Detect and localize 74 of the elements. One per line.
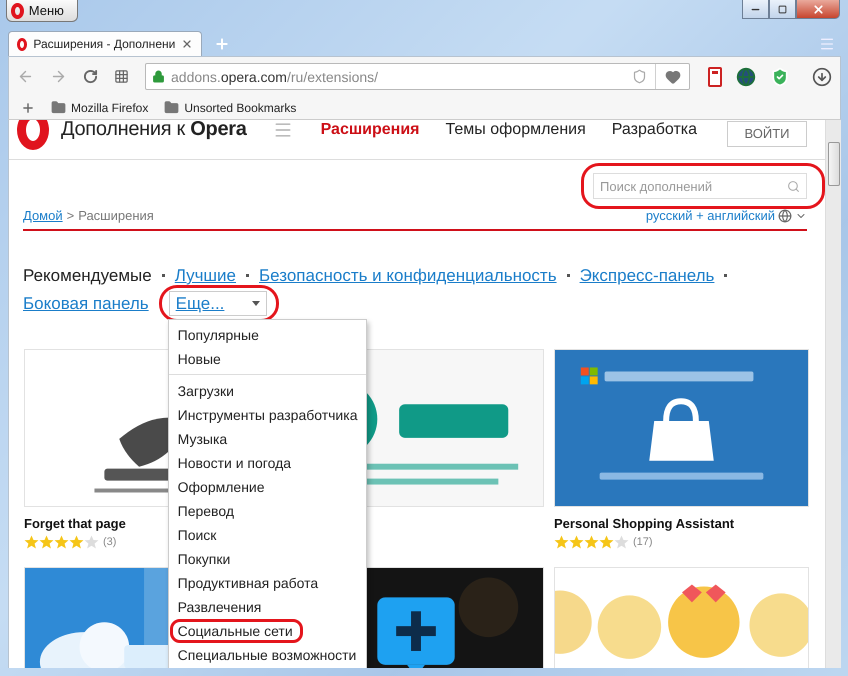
download-icon[interactable]: [812, 66, 832, 86]
back-icon[interactable]: [17, 68, 34, 85]
address-field[interactable]: addons.opera.com/ru/extensions/: [145, 63, 690, 90]
reload-icon[interactable]: [83, 69, 98, 84]
menu-item[interactable]: Специальные возможности: [178, 647, 356, 663]
menu-item[interactable]: Продуктивная работа: [178, 575, 318, 591]
search-field[interactable]: Поиск дополнений: [593, 173, 807, 199]
star-icon: [599, 535, 614, 549]
star-icon: [584, 535, 599, 549]
home-link[interactable]: Домой: [23, 208, 63, 223]
menu-item[interactable]: Музыка: [178, 431, 228, 447]
category-link[interactable]: Экспресс-панель: [580, 264, 714, 287]
nav-link[interactable]: Расширения: [320, 120, 420, 138]
add-bookmark-icon[interactable]: [21, 100, 35, 114]
minimize-button[interactable]: [742, 0, 769, 19]
category-link[interactable]: Боковая панель: [23, 292, 149, 315]
rating-count: (3): [103, 536, 116, 548]
shield-icon[interactable]: [632, 69, 647, 84]
forward-icon[interactable]: [50, 68, 67, 85]
folder-icon: [51, 100, 66, 115]
grid-icon[interactable]: [114, 69, 129, 84]
maximize-button[interactable]: [769, 0, 796, 19]
heart-icon: [664, 68, 680, 84]
star-icon: [554, 535, 569, 549]
menu-item[interactable]: Новые: [178, 351, 221, 367]
globe-icon[interactable]: [736, 66, 756, 86]
nav-link[interactable]: Темы оформления: [446, 120, 586, 138]
notebook-icon[interactable]: [708, 66, 722, 86]
star-icon: [54, 535, 69, 549]
menu-item[interactable]: Поиск: [178, 527, 216, 543]
folder-icon: [164, 100, 180, 115]
breadcrumb-current: Расширения: [78, 208, 154, 223]
globe-icon: [778, 208, 792, 222]
bookmark-folder[interactable]: Mozilla Firefox: [51, 100, 148, 115]
more-dropdown[interactable]: Еще...: [168, 291, 267, 316]
language-selector[interactable]: русский + английский: [646, 208, 807, 223]
scrollbar[interactable]: [825, 120, 841, 668]
lock-icon: [152, 70, 165, 83]
shield-check-icon[interactable]: [770, 66, 790, 86]
bookmark-folder[interactable]: Unsorted Bookmarks: [164, 100, 296, 115]
star-icon: [84, 535, 99, 549]
nav-link[interactable]: Разработка: [612, 120, 698, 138]
star-icon: [569, 535, 584, 549]
menu-button[interactable]: Меню: [6, 0, 78, 22]
search-icon[interactable]: [787, 180, 800, 193]
menu-item[interactable]: Развлечения: [178, 599, 262, 615]
category-link[interactable]: Лучшие: [174, 264, 236, 287]
menu-item[interactable]: Загрузки: [178, 383, 234, 399]
menu-item[interactable]: Новости и погода: [178, 455, 292, 471]
browser-tab[interactable]: Расширения - Дополнени: [8, 31, 202, 56]
menu-item[interactable]: Перевод: [178, 503, 234, 519]
close-button[interactable]: [796, 0, 840, 19]
menu-item[interactable]: Социальные сети: [178, 623, 293, 639]
category-link[interactable]: Безопасность и конфиденциальность: [259, 264, 557, 287]
star-icon: [69, 535, 84, 549]
login-button[interactable]: ВОЙТИ: [727, 120, 807, 146]
menu-item[interactable]: Оформление: [178, 479, 265, 495]
star-icon: [39, 535, 54, 549]
close-icon: [812, 2, 824, 16]
card-title[interactable]: Personal Shopping Assistant: [554, 516, 809, 531]
scrollbar-thumb[interactable]: [828, 142, 840, 186]
opera-logo-icon: [17, 120, 49, 150]
menu-item[interactable]: Покупки: [178, 551, 230, 567]
maximize-icon: [778, 4, 787, 14]
caret-icon: [252, 301, 260, 306]
rating-count: (17): [633, 536, 653, 548]
menu-item[interactable]: Инструменты разработчика: [178, 407, 358, 423]
site-title: Дополнения к Opera: [61, 120, 247, 141]
category-link[interactable]: Рекомендуемые: [23, 264, 152, 287]
menu-item[interactable]: Популярные: [178, 327, 259, 343]
star-icon: [614, 535, 629, 549]
star-icon: [24, 535, 39, 549]
close-tab-icon[interactable]: [181, 38, 194, 50]
breadcrumb-separator: >: [66, 208, 74, 223]
